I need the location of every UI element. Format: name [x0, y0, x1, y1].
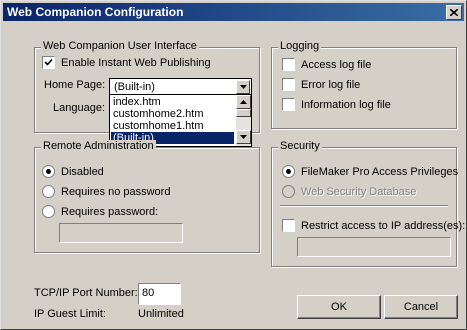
title-bar[interactable]: Web Companion Configuration: [3, 3, 464, 21]
remote-disabled-option[interactable]: Disabled: [42, 165, 104, 178]
security-separator: [280, 205, 448, 207]
window-title: Web Companion Configuration: [7, 5, 184, 19]
filemaker-privileges-label: FileMaker Pro Access Privileges: [301, 165, 459, 178]
error-log-option[interactable]: Error log file: [282, 78, 360, 91]
ok-button-label: OK: [331, 301, 347, 313]
web-security-db-option: Web Security Database: [282, 185, 416, 198]
restrict-ip-label: Restrict access to IP address(es):: [301, 219, 466, 232]
scroll-thumb[interactable]: [236, 109, 251, 117]
remote-password-option[interactable]: Requires password:: [42, 205, 158, 218]
remote-disabled-radio[interactable]: [42, 165, 55, 178]
access-log-label: Access log file: [301, 58, 372, 71]
enable-publishing-label: Enable Instant Web Publishing: [61, 56, 211, 69]
remote-admin-group-title: Remote Administration: [41, 140, 156, 152]
web-security-db-label: Web Security Database: [301, 185, 417, 198]
ip-address-field[interactable]: [297, 237, 451, 257]
close-button[interactable]: [446, 5, 462, 20]
home-page-value: (Built-in): [114, 81, 155, 93]
scroll-down-button[interactable]: [236, 130, 251, 144]
guest-limit-label: IP Guest Limit:: [34, 308, 106, 320]
remote-no-password-radio[interactable]: [42, 185, 55, 198]
information-log-option[interactable]: Information log file: [282, 98, 391, 111]
error-log-checkbox[interactable]: [282, 78, 295, 91]
remote-no-password-option[interactable]: Requires no password: [42, 185, 170, 198]
guest-limit-value: Unlimited: [138, 308, 184, 320]
arrow-up-icon: [240, 100, 247, 104]
enable-publishing-checkbox[interactable]: [42, 56, 55, 69]
access-log-checkbox[interactable]: [282, 58, 295, 71]
user-interface-group-title: Web Companion User Interface: [41, 40, 199, 52]
restrict-ip-checkbox[interactable]: [282, 219, 295, 232]
remote-password-label: Requires password:: [61, 205, 159, 218]
checkmark-icon: [44, 58, 53, 66]
arrow-down-icon: [240, 135, 247, 139]
information-log-checkbox[interactable]: [282, 98, 295, 111]
restrict-ip-option[interactable]: Restrict access to IP address(es):: [282, 219, 465, 232]
remote-password-radio[interactable]: [42, 205, 55, 218]
chevron-down-icon: [239, 85, 247, 89]
options-scrollbar[interactable]: [236, 95, 251, 146]
logging-group-title: Logging: [278, 40, 322, 52]
home-page-option[interactable]: index.htm: [111, 96, 234, 108]
port-label: TCP/IP Port Number:: [34, 287, 138, 299]
filemaker-privileges-radio[interactable]: [282, 165, 295, 178]
dialog-window: Web Companion Configuration Web Companio…: [0, 0, 467, 330]
access-log-option[interactable]: Access log file: [282, 58, 371, 71]
error-log-label: Error log file: [301, 78, 361, 91]
remote-no-password-label: Requires no password: [61, 185, 171, 198]
web-security-db-radio: [282, 185, 295, 198]
cancel-button-label: Cancel: [403, 301, 439, 313]
cancel-button[interactable]: Cancel: [384, 295, 458, 319]
close-icon: [450, 9, 458, 16]
home-page-option[interactable]: customhome1.htm: [111, 120, 234, 132]
enable-publishing-option[interactable]: Enable Instant Web Publishing: [42, 56, 211, 69]
remote-password-field[interactable]: [59, 223, 183, 243]
language-label: Language:: [53, 102, 105, 114]
home-page-option[interactable]: customhome2.htm: [111, 108, 234, 120]
filemaker-privileges-option[interactable]: FileMaker Pro Access Privileges: [282, 165, 458, 178]
home-page-label: Home Page:: [44, 79, 106, 91]
information-log-label: Information log file: [301, 98, 391, 111]
scroll-up-button[interactable]: [236, 95, 251, 109]
security-group-title: Security: [278, 140, 322, 152]
remote-disabled-label: Disabled: [61, 165, 104, 178]
home-page-dropdown-button[interactable]: [236, 80, 250, 94]
ok-button[interactable]: OK: [297, 295, 381, 319]
port-field[interactable]: 80: [138, 283, 181, 305]
